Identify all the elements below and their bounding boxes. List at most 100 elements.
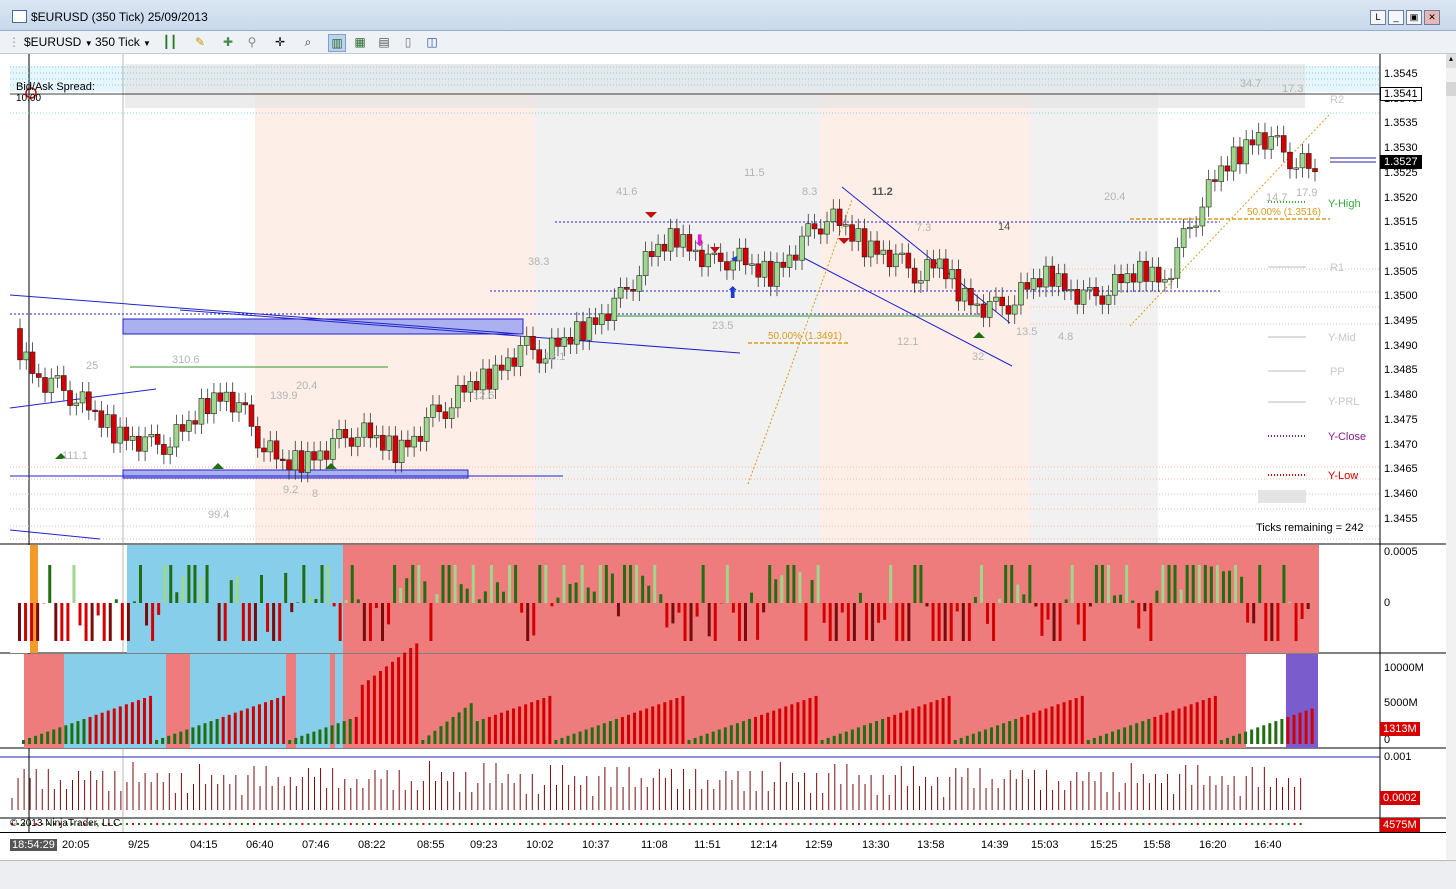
close-button[interactable]: ✕ xyxy=(1424,10,1440,25)
chart-canvas[interactable]: ⬇ ⬆ ◂ xyxy=(0,54,1456,888)
crosshair-icon[interactable]: ✛ xyxy=(272,34,288,50)
bar-type-icon[interactable]: ┃┃ xyxy=(162,34,178,50)
candle xyxy=(199,398,204,424)
volume-bar xyxy=(1305,711,1308,744)
level-label-y-mid: Y-Mid xyxy=(1328,332,1356,344)
osc-bar xyxy=(1149,603,1152,641)
candle xyxy=(387,436,392,450)
tick-dot xyxy=(241,823,243,825)
osc-bar xyxy=(435,594,438,603)
volume-bar xyxy=(458,712,461,744)
tick-dot xyxy=(931,823,933,825)
price-tick-label: 1.3485 xyxy=(1384,364,1418,376)
link-button[interactable]: L xyxy=(1370,10,1386,25)
zoom-box-icon[interactable]: ⌕ xyxy=(300,34,316,50)
osc-bar xyxy=(296,602,299,603)
candle xyxy=(1275,136,1280,138)
tick-dot xyxy=(1300,823,1302,825)
minimize-button[interactable]: _ xyxy=(1388,10,1404,25)
volume-bar xyxy=(893,715,896,744)
indicators-icon[interactable]: ▥ xyxy=(328,34,346,52)
osc-bar xyxy=(423,581,426,603)
volume-bar xyxy=(1014,719,1017,744)
tick-marker: 0.0002 xyxy=(1380,791,1420,805)
osc-bar xyxy=(175,592,178,603)
tick-dot xyxy=(307,823,309,825)
properties-icon[interactable]: ▯ xyxy=(400,34,416,50)
maximize-button[interactable]: ▣ xyxy=(1406,10,1422,25)
volume-bar xyxy=(1299,713,1302,744)
volume-bar xyxy=(942,698,945,744)
osc-bar xyxy=(151,603,154,641)
time-tick-label: 18:54:29 xyxy=(10,839,57,851)
tick-dot xyxy=(1209,823,1211,825)
candle xyxy=(299,451,304,473)
zoom-in-icon[interactable]: ✚ xyxy=(220,34,236,50)
candle xyxy=(255,426,260,448)
osc-bar xyxy=(1174,565,1177,603)
osc-bar xyxy=(1216,565,1219,603)
volume-bar xyxy=(524,704,527,744)
scroll-thumb[interactable] xyxy=(1446,82,1456,96)
candle xyxy=(68,391,73,406)
price-tick-label: 1.3515 xyxy=(1384,216,1418,228)
volume-bar xyxy=(1220,740,1223,744)
volume-bar xyxy=(494,715,497,744)
chart-area[interactable]: ⬇ ⬆ ◂ Bid/Ask Spread: 10.00 Ticks remain… xyxy=(0,54,1456,888)
templates-icon[interactable]: ▤ xyxy=(376,34,392,50)
osc-bar xyxy=(1071,565,1074,603)
tick-dot xyxy=(1257,823,1259,825)
scroll-up-icon[interactable]: ▴ xyxy=(1446,54,1456,68)
tick-dot xyxy=(271,823,273,825)
osc-bar xyxy=(163,565,166,603)
tick-dot xyxy=(1263,823,1265,825)
volume-bar xyxy=(161,738,164,744)
osc-bar xyxy=(895,603,898,641)
price-tick-label: 1.3475 xyxy=(1384,414,1418,426)
volume-bar xyxy=(742,721,745,744)
osc-bar xyxy=(399,588,402,603)
instrument-selector[interactable]: $EURUSD ▼ xyxy=(24,34,93,50)
vertical-scrollbar[interactable]: ▴ xyxy=(1446,54,1456,860)
volume-bar xyxy=(1172,711,1175,744)
tick-dot xyxy=(289,823,291,825)
candle xyxy=(674,229,679,248)
tick-dot xyxy=(344,823,346,825)
osc-bar xyxy=(1270,603,1273,641)
osc-bar xyxy=(193,565,196,603)
zoom-out-icon[interactable]: ⚲ xyxy=(244,34,260,50)
candle xyxy=(118,427,123,443)
tick-dot xyxy=(822,823,824,825)
osc-bar xyxy=(30,603,33,641)
drawing-pencil-icon[interactable]: ✎ xyxy=(192,34,208,50)
volume-bar xyxy=(349,719,352,744)
candle xyxy=(249,405,254,427)
osc-bar xyxy=(405,578,408,603)
level-label-y-high: Y-High xyxy=(1328,198,1361,210)
osc-bar xyxy=(732,603,735,613)
time-tick-label: 13:58 xyxy=(917,839,945,851)
osc-bar xyxy=(623,565,626,603)
tick-dot xyxy=(1161,823,1163,825)
volume-bar xyxy=(1184,706,1187,744)
volume-bar xyxy=(548,696,551,744)
time-tick-label: 12:14 xyxy=(750,839,778,851)
tick-dot xyxy=(217,823,219,825)
osc-bar xyxy=(762,603,765,612)
candle xyxy=(1225,166,1230,171)
tick-dot xyxy=(1233,823,1235,825)
data-box-icon[interactable]: ◫ xyxy=(424,34,440,50)
osc-bar xyxy=(677,603,680,613)
period-selector[interactable]: 350 Tick ▼ xyxy=(95,34,151,50)
osc-bar xyxy=(115,599,118,603)
osc-bar xyxy=(696,603,699,617)
time-tick-label: 14:39 xyxy=(981,839,1009,851)
tick-dot xyxy=(1173,823,1175,825)
tick-dot xyxy=(314,823,316,825)
candle xyxy=(1162,280,1167,283)
candle xyxy=(337,429,342,438)
swing-label: 8 xyxy=(312,488,318,500)
osc-bar xyxy=(520,603,523,613)
strategies-icon[interactable]: ▦ xyxy=(352,34,368,50)
candle xyxy=(24,352,29,360)
